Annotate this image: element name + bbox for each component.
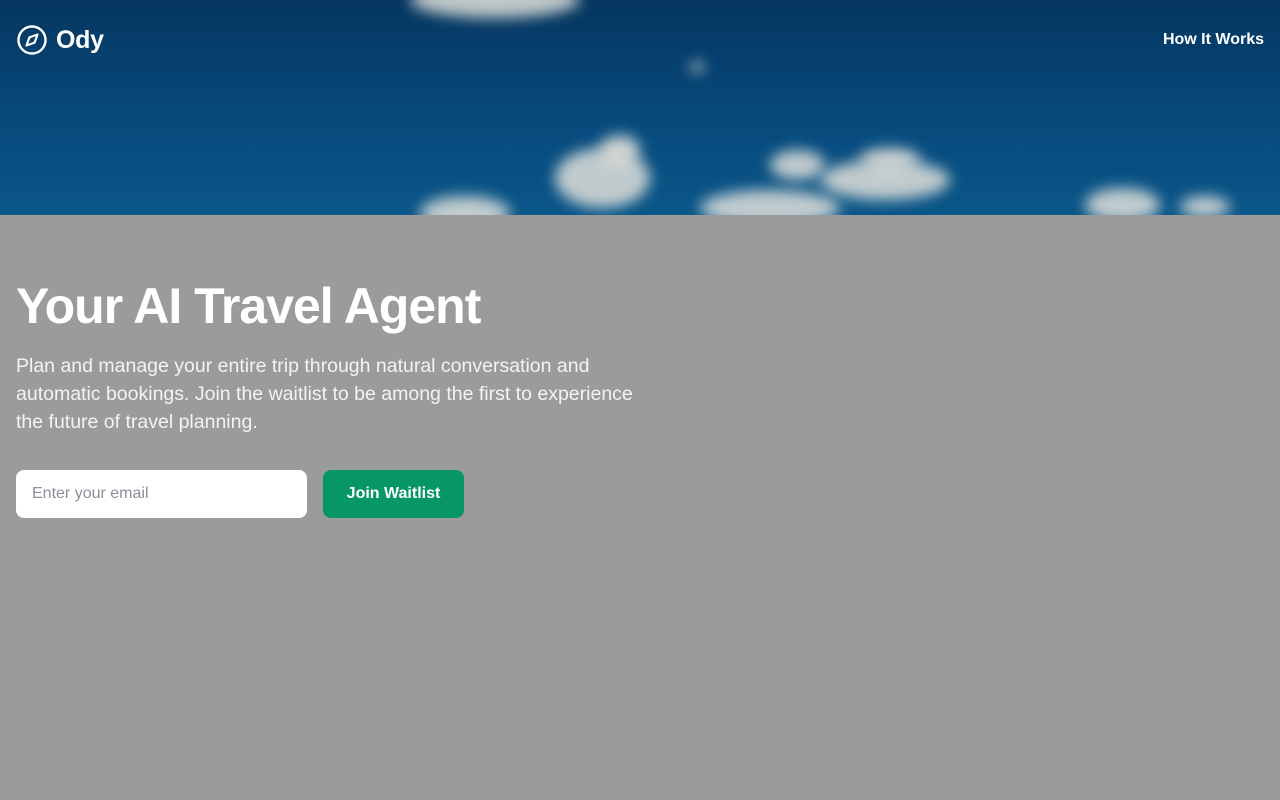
waitlist-form: Join Waitlist xyxy=(16,470,464,518)
navbar: Ody How It Works xyxy=(0,0,1280,80)
hero-subtitle: Plan and manage your entire trip through… xyxy=(16,355,633,433)
brand-logo-link[interactable]: Ody xyxy=(16,24,104,56)
page-title: Your AI Travel Agent xyxy=(16,278,481,334)
email-input[interactable] xyxy=(16,470,307,518)
hero-content: Your AI Travel Agent Plan and manage you… xyxy=(16,276,676,518)
brand-name: Ody xyxy=(56,25,104,54)
nav-link-how-it-works[interactable]: How It Works xyxy=(1163,30,1264,50)
compass-icon xyxy=(17,25,47,55)
join-waitlist-button[interactable]: Join Waitlist xyxy=(323,470,464,518)
